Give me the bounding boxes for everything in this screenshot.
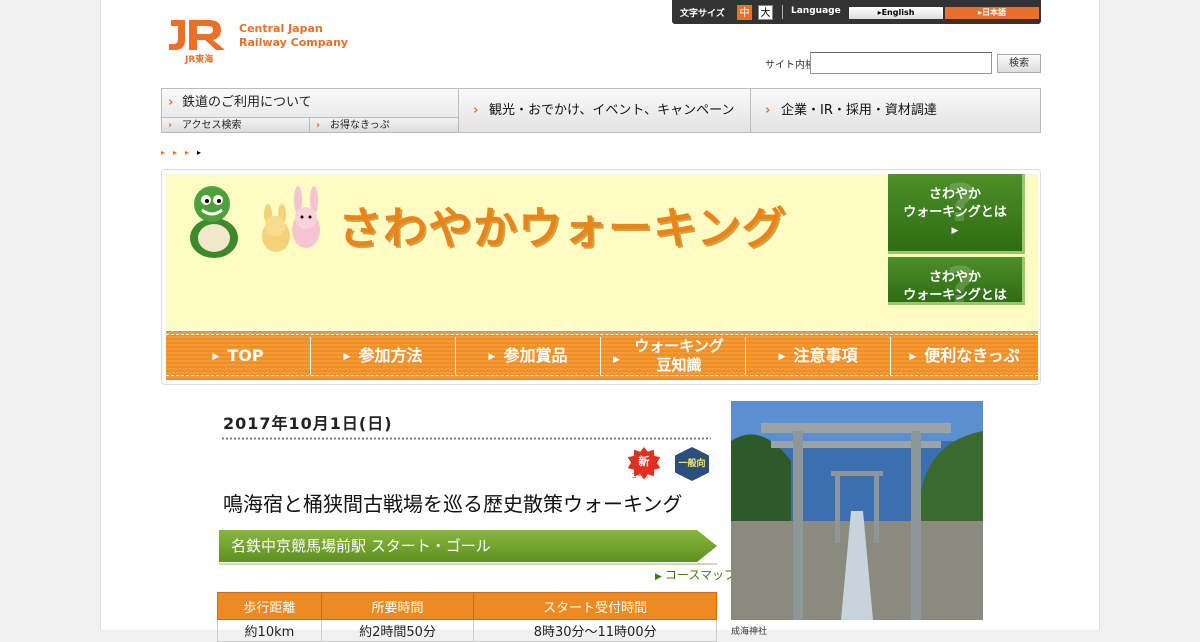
course-info-table: 歩行距離 所要時間 スタート受付時間 約10km 約2時間50分 8時30分〜1… [217,592,717,642]
event-date: 2017年10月1日(日) [223,414,393,433]
chevron-right-icon: › [473,103,479,118]
global-nav: › 鉄道のご利用について › アクセス検索 › お得なきっぷ › 観光・おでかけ… [161,88,1041,133]
nav-access-search[interactable]: › アクセス検索 [162,117,309,132]
menu-walking-trivia[interactable]: ▶ ウォーキング 豆知識 [601,337,746,375]
nav-rail-usage[interactable]: › 鉄道のご利用について [162,89,458,117]
nav-discount-tickets[interactable]: › お得なきっぷ [309,117,458,132]
table-cell: 8時30分〜11時00分 [473,619,717,642]
search-input[interactable] [810,52,992,74]
menu-tickets[interactable]: ▶ 便利なきっぷ [891,337,1038,375]
banner-title: さわやかウォーキング [338,203,787,254]
photo-caption: 成海神社 [731,627,768,637]
about-walking-button[interactable]: ? さわやか ウォーキングとは ▶ [888,174,1025,254]
question-mark-icon: ? [946,257,977,305]
utility-bar: 文字サイズ 中 大 Language ▸English ▸日本語 [672,0,1041,24]
bar-shadow [219,563,717,565]
dotted-divider [221,437,711,440]
table-cell: 約10km [217,619,322,642]
logo-subtext: JR東海 [185,55,214,65]
table-row: 約10km 約2時間50分 8時30分〜11時00分 [217,619,717,642]
font-size-large-button[interactable]: 大 [758,5,773,20]
question-mark-icon: ? [946,174,977,234]
shrine-photo [731,401,983,620]
company-name: Central Japan Railway Company [239,22,349,49]
page-inner: JR東海 Central Japan Railway Company 文字サイズ… [161,0,1041,642]
english-button[interactable]: ▸English [849,7,943,19]
menu-prizes[interactable]: ▶ 参加賞品 [456,337,601,375]
menu-cautions[interactable]: ▶ 注意事項 [746,337,891,375]
chevron-right-icon: › [316,120,321,131]
triangle-right-icon: ▶ [488,352,496,362]
menu-how-to-join[interactable]: ▶ 参加方法 [311,337,456,375]
triangle-right-icon: ▶ [655,572,662,582]
search-button[interactable]: 検索 [997,54,1041,73]
triangle-right-icon: ▶ [613,355,620,365]
table-header: 所要時間 [320,592,475,620]
new-course-badge-sub: コース [631,473,649,480]
start-station-bar: 名鉄中京競馬場前駅 スタート・ゴール [219,530,717,562]
breadcrumb[interactable]: ▸▸▸▸ [161,148,209,157]
menu-top[interactable]: ▶ TOP [166,337,311,375]
table-cell: 約2時間50分 [320,619,475,642]
chevron-right-icon: › [765,103,771,118]
table-header-row: 歩行距離 所要時間 スタート受付時間 [217,592,717,620]
general-level-badge: 一般向 [675,447,709,481]
table-header: スタート受付時間 [473,592,717,620]
font-size-medium-button[interactable]: 中 [737,5,752,20]
language-label: Language [791,6,841,16]
mascot-characters-icon [190,186,320,258]
about-walking-button-2[interactable]: ? さわやか ウォーキングとは [888,257,1025,305]
japanese-button[interactable]: ▸日本語 [945,7,1039,19]
walking-banner: さわやかウォーキング ? さわやか ウォーキングとは ▶ ? さわやか ウォーキ… [161,169,1041,385]
nav-corporate[interactable]: › 企業・IR・採用・資材調達 [750,89,1040,132]
chevron-right-icon: › [168,95,174,110]
triangle-right-icon: ▶ [909,352,917,362]
page: JR東海 Central Japan Railway Company 文字サイズ… [100,0,1100,642]
table-header: 歩行距離 [217,592,322,620]
nav-tourism[interactable]: › 観光・おでかけ、イベント、キャンペーン [458,89,750,132]
course-title: 鳴海宿と桶狭間古戦場を巡る歴史散策ウォーキング [223,492,683,516]
font-size-label: 文字サイズ [680,9,725,19]
walking-menu: ▶ TOP ▶ 参加方法 ▶ 参加賞品 ▶ ウォーキング 豆知識 ▶ 注意事項 ▶ 便利な… [166,330,1038,380]
divider [782,5,783,19]
triangle-right-icon: ▶ [343,352,351,362]
triangle-right-icon: ▶ [778,352,786,362]
triangle-right-icon: ▶ [212,352,220,362]
chevron-right-icon: › [168,120,173,131]
jr-central-logo[interactable]: JR東海 Central Japan Railway Company [167,16,357,65]
